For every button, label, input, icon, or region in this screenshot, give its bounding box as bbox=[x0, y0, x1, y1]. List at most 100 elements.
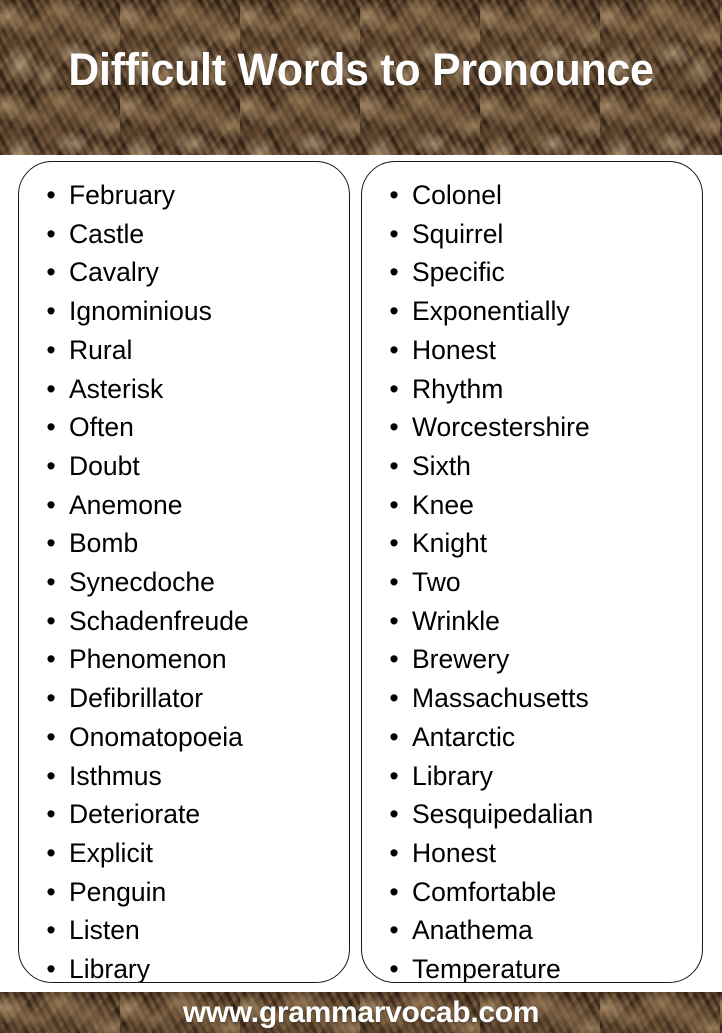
word-label: Wrinkle bbox=[412, 605, 500, 636]
word-label: Often bbox=[69, 412, 134, 443]
bullet-icon: • bbox=[46, 954, 56, 983]
word-list-item: • Phenomenon bbox=[19, 640, 349, 679]
word-list-item: • Temperature bbox=[362, 950, 702, 983]
bullet-icon: • bbox=[389, 334, 399, 365]
bullet-icon: • bbox=[389, 954, 399, 983]
bullet-icon: • bbox=[46, 915, 56, 946]
word-label: Library bbox=[412, 760, 494, 791]
word-list-item: • Knight bbox=[362, 524, 702, 563]
bullet-icon: • bbox=[46, 334, 56, 365]
word-label: Colonel bbox=[412, 180, 502, 210]
word-list-item: • Exponentially bbox=[362, 292, 702, 331]
word-list-item: • Knee bbox=[362, 486, 702, 525]
word-label: Specific bbox=[412, 257, 505, 288]
word-label: Sixth bbox=[412, 450, 471, 481]
word-label: Massachusetts bbox=[412, 683, 589, 714]
bullet-icon: • bbox=[389, 644, 399, 675]
word-label: Deteriorate bbox=[69, 799, 201, 830]
word-label: Asterisk bbox=[69, 373, 164, 404]
bullet-icon: • bbox=[46, 837, 56, 868]
bullet-icon: • bbox=[46, 605, 56, 636]
left-word-list: • February • Castle • Cavalry • Ignominious • Rur… bbox=[19, 162, 349, 983]
bullet-icon: • bbox=[389, 528, 399, 559]
word-list-item: • Comfortable bbox=[362, 873, 702, 912]
bullet-icon: • bbox=[389, 257, 399, 288]
word-label: Cavalry bbox=[69, 257, 159, 288]
word-label: February bbox=[69, 180, 176, 210]
word-list-item: • Penguin bbox=[19, 873, 349, 912]
word-label: Listen bbox=[69, 915, 140, 946]
word-label: Ignominious bbox=[69, 296, 212, 327]
word-label: Onomatopoeia bbox=[69, 721, 243, 752]
bullet-icon: • bbox=[389, 683, 399, 714]
word-list-item: • Onomatopoeia bbox=[19, 718, 349, 757]
right-word-card: • Colonel • Squirrel • Specific • Exponentially… bbox=[361, 161, 703, 983]
bullet-icon: • bbox=[46, 760, 56, 791]
word-label: Temperature bbox=[412, 954, 561, 983]
word-list-item: • Defibrillator bbox=[19, 679, 349, 718]
word-list-item: • Honest bbox=[362, 331, 702, 370]
bullet-icon: • bbox=[389, 605, 399, 636]
word-label: Anathema bbox=[412, 915, 533, 946]
bullet-icon: • bbox=[389, 412, 399, 443]
bullet-icon: • bbox=[46, 876, 56, 907]
word-list-item: • Asterisk bbox=[19, 370, 349, 409]
bullet-icon: • bbox=[46, 528, 56, 559]
word-label: Bomb bbox=[69, 528, 139, 559]
bullet-icon: • bbox=[389, 567, 399, 598]
left-word-card: • February • Castle • Cavalry • Ignominious • Rur… bbox=[18, 161, 350, 983]
word-label: Brewery bbox=[412, 644, 510, 675]
word-list-item: • Anathema bbox=[362, 911, 702, 950]
word-list-item: • Bomb bbox=[19, 524, 349, 563]
bullet-icon: • bbox=[389, 489, 399, 520]
bullet-icon: • bbox=[389, 218, 399, 249]
word-list-item: • Specific bbox=[362, 253, 702, 292]
word-list-item: • Explicit bbox=[19, 834, 349, 873]
bullet-icon: • bbox=[389, 760, 399, 791]
word-list-item: • Ignominious bbox=[19, 292, 349, 331]
bullet-icon: • bbox=[389, 915, 399, 946]
word-label: Defibrillator bbox=[69, 683, 204, 714]
word-list-item: • Wrinkle bbox=[362, 602, 702, 641]
word-label: Rhythm bbox=[412, 373, 504, 404]
bullet-icon: • bbox=[46, 180, 56, 210]
bullet-icon: • bbox=[46, 296, 56, 327]
word-list-item: • Castle bbox=[19, 215, 349, 254]
word-list-item: • Sixth bbox=[362, 447, 702, 486]
word-label: Two bbox=[412, 567, 461, 598]
bullet-icon: • bbox=[46, 721, 56, 752]
word-list-item: • Massachusetts bbox=[362, 679, 702, 718]
word-list-item: • Isthmus bbox=[19, 757, 349, 796]
word-list-item: • Brewery bbox=[362, 640, 702, 679]
word-label: Exponentially bbox=[412, 296, 570, 327]
bullet-icon: • bbox=[389, 296, 399, 327]
bullet-icon: • bbox=[46, 412, 56, 443]
word-label: Isthmus bbox=[69, 760, 162, 791]
bullet-icon: • bbox=[46, 257, 56, 288]
word-list-item: • Doubt bbox=[19, 447, 349, 486]
word-list-item: • February bbox=[19, 176, 349, 215]
word-list-item: • Anemone bbox=[19, 486, 349, 525]
word-list-item: • Rhythm bbox=[362, 370, 702, 409]
word-label: Explicit bbox=[69, 837, 153, 868]
word-list-item: • Synecdoche bbox=[19, 563, 349, 602]
bullet-icon: • bbox=[46, 218, 56, 249]
bullet-icon: • bbox=[389, 876, 399, 907]
word-list-item: • Listen bbox=[19, 911, 349, 950]
word-list-item: • Colonel bbox=[362, 176, 702, 215]
word-list-item: • Rural bbox=[19, 331, 349, 370]
bullet-icon: • bbox=[46, 683, 56, 714]
bullet-icon: • bbox=[389, 837, 399, 868]
page-title: Difficult Words to Pronounce bbox=[68, 44, 654, 95]
word-label: Phenomenon bbox=[69, 644, 227, 675]
word-label: Honest bbox=[412, 837, 496, 868]
word-list-item: • Two bbox=[362, 563, 702, 602]
bullet-icon: • bbox=[389, 721, 399, 752]
word-label: Knight bbox=[412, 528, 488, 559]
word-list-item: • Squirrel bbox=[362, 215, 702, 254]
word-label: Schadenfreude bbox=[69, 605, 249, 636]
bullet-icon: • bbox=[389, 450, 399, 481]
word-label: Synecdoche bbox=[69, 567, 215, 598]
word-list-item: • Sesquipedalian bbox=[362, 795, 702, 834]
word-label: Penguin bbox=[69, 876, 167, 907]
